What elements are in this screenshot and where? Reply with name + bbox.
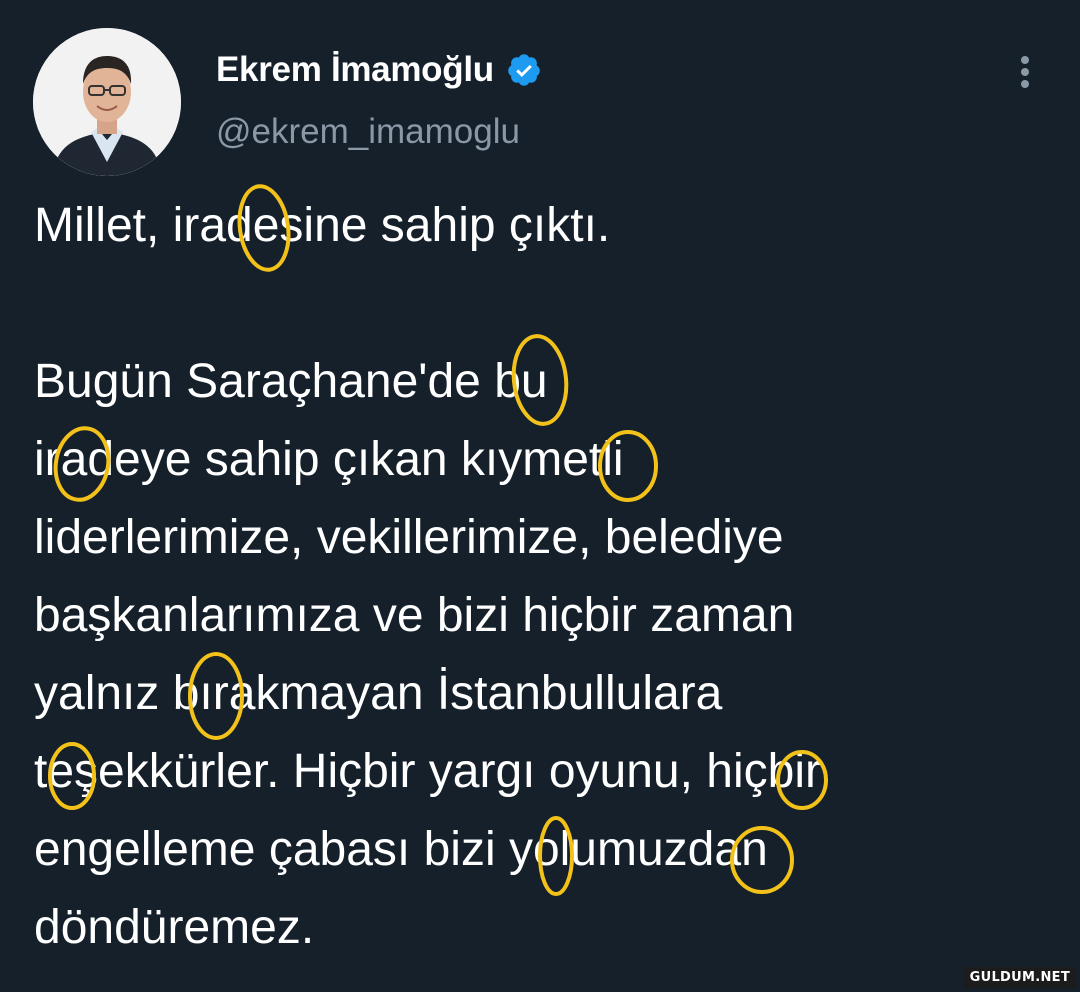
- watermark: GULDUM.NET: [963, 967, 1076, 988]
- tweet-line: Bugün Saraçhane'de bu: [34, 355, 548, 408]
- tweet-line: başkanlarımıza ve bizi hiçbir zaman: [34, 589, 795, 642]
- tweet-line: teşekkürler. Hiçbir yargı oyunu, hiçbir: [34, 745, 821, 798]
- tweet-card: Ekrem İmamoğlu @ekrem_imamoglu Millet, i…: [0, 0, 1080, 992]
- tweet-text: Millet, iradesine sahip çıktı. Bugün Sar…: [34, 187, 1054, 967]
- tweet-line: engelleme çabası bizi yolumuzdan: [34, 823, 768, 876]
- profile-photo-icon: [33, 28, 181, 176]
- author-display-name[interactable]: Ekrem İmamoğlu: [216, 50, 494, 90]
- tweet-line: yalnız bırakmayan İstanbullulara: [34, 667, 723, 720]
- tweet-paragraph-1: Millet, iradesine sahip çıktı.: [34, 199, 611, 252]
- author-handle[interactable]: @ekrem_imamoglu: [216, 112, 520, 152]
- author-name-row: Ekrem İmamoğlu: [216, 50, 542, 90]
- verified-badge-icon: [508, 54, 540, 86]
- tweet-line: iradeye sahip çıkan kıymetli: [34, 433, 624, 486]
- tweet-line: liderlerimize, vekillerimize, belediye: [34, 511, 784, 564]
- avatar[interactable]: [33, 28, 181, 176]
- more-vertical-icon[interactable]: [1006, 52, 1044, 92]
- tweet-line: döndüremez.: [34, 901, 315, 954]
